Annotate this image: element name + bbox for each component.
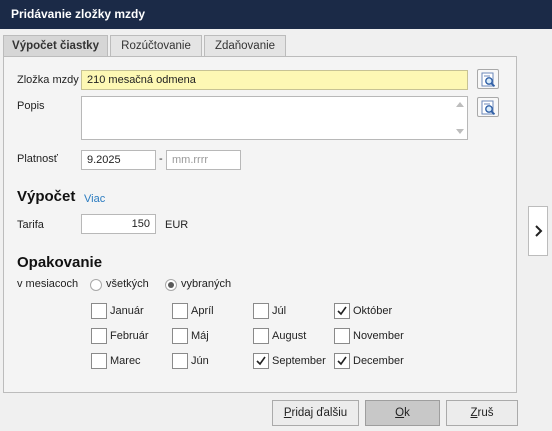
platnost-from-input[interactable]: 9.2025	[81, 150, 156, 170]
month-checkbox[interactable]	[253, 328, 269, 344]
ok-mnemonic: O	[395, 407, 405, 419]
month-label: August	[272, 330, 307, 342]
lookup-icon	[481, 72, 496, 87]
scroll-up-icon[interactable]	[456, 102, 464, 107]
lookup-icon	[481, 100, 496, 115]
radio-all-months[interactable]	[90, 279, 102, 291]
zlozka-input[interactable]: 210 mesačná odmena	[81, 70, 468, 90]
month-label: Júl	[272, 305, 287, 317]
radio-all-label: všetkých	[106, 278, 149, 290]
month-checkbox[interactable]	[253, 353, 269, 369]
zlozka-lookup-button[interactable]	[477, 69, 499, 89]
tarifa-label: Tarifa	[17, 219, 44, 231]
popis-label: Popis	[17, 100, 45, 112]
check-icon	[337, 356, 347, 366]
month-checkbox[interactable]	[172, 353, 188, 369]
opakovanie-heading: Opakovanie	[17, 254, 103, 271]
ok-label: k	[404, 407, 410, 419]
tab-rozuctovanie[interactable]: Rozúčtovanie	[110, 35, 202, 57]
scroll-down-icon[interactable]	[456, 129, 464, 134]
month-label: December	[353, 355, 404, 367]
cancel-mnemonic: Z	[470, 407, 478, 419]
check-icon	[337, 306, 347, 316]
month-label: Jún	[191, 355, 209, 367]
month-label: September	[272, 355, 326, 367]
month-label: Apríl	[191, 305, 214, 317]
platnost-label: Platnosť	[17, 153, 58, 165]
month-label: Január	[110, 305, 144, 317]
radio-selected-label: vybraných	[181, 278, 232, 290]
check-icon	[256, 356, 266, 366]
tarifa-input[interactable]: 150	[81, 214, 156, 234]
add-another-button[interactable]: Pridaj ďalšiu	[272, 400, 359, 426]
months-label: v mesiacoch	[17, 278, 79, 290]
platnost-to-input[interactable]: mm.rrrr	[166, 150, 241, 170]
side-expand-button[interactable]	[528, 206, 548, 256]
window-title: Pridávanie zložky mzdy	[0, 0, 552, 29]
month-checkbox[interactable]	[91, 353, 107, 369]
zlozka-label: Zložka mzdy	[17, 74, 79, 86]
month-checkbox[interactable]	[253, 303, 269, 319]
month-checkbox[interactable]	[334, 303, 350, 319]
popis-textarea[interactable]	[81, 96, 468, 140]
popis-lookup-button[interactable]	[477, 97, 499, 117]
month-label: Február	[110, 330, 149, 342]
vypocet-heading: Výpočet	[17, 188, 76, 205]
month-checkbox[interactable]	[91, 303, 107, 319]
month-checkbox[interactable]	[334, 328, 350, 344]
ok-button[interactable]: Ok	[365, 400, 440, 426]
add-another-mnemonic: P	[283, 407, 292, 419]
month-label: Marec	[110, 355, 141, 367]
tarifa-unit: EUR	[165, 219, 189, 231]
cancel-button[interactable]: Zruš	[446, 400, 518, 426]
platnost-separator: -	[159, 153, 163, 165]
cancel-label: ruš	[477, 407, 494, 419]
month-label: Október	[353, 305, 393, 317]
tab-vypocet-ciastky[interactable]: Výpočet čiastky	[3, 35, 108, 58]
month-checkbox[interactable]	[172, 303, 188, 319]
month-checkbox[interactable]	[91, 328, 107, 344]
month-label: November	[353, 330, 404, 342]
radio-selected-months[interactable]	[165, 279, 177, 291]
add-another-label: ridaj ďalšiu	[291, 407, 348, 419]
tab-zdanovanie[interactable]: Zdaňovanie	[204, 35, 286, 57]
vypocet-more-link[interactable]: Viac	[84, 193, 105, 205]
month-label: Máj	[191, 330, 209, 342]
month-checkbox[interactable]	[172, 328, 188, 344]
month-checkbox[interactable]	[334, 353, 350, 369]
chevron-right-icon	[535, 225, 543, 237]
